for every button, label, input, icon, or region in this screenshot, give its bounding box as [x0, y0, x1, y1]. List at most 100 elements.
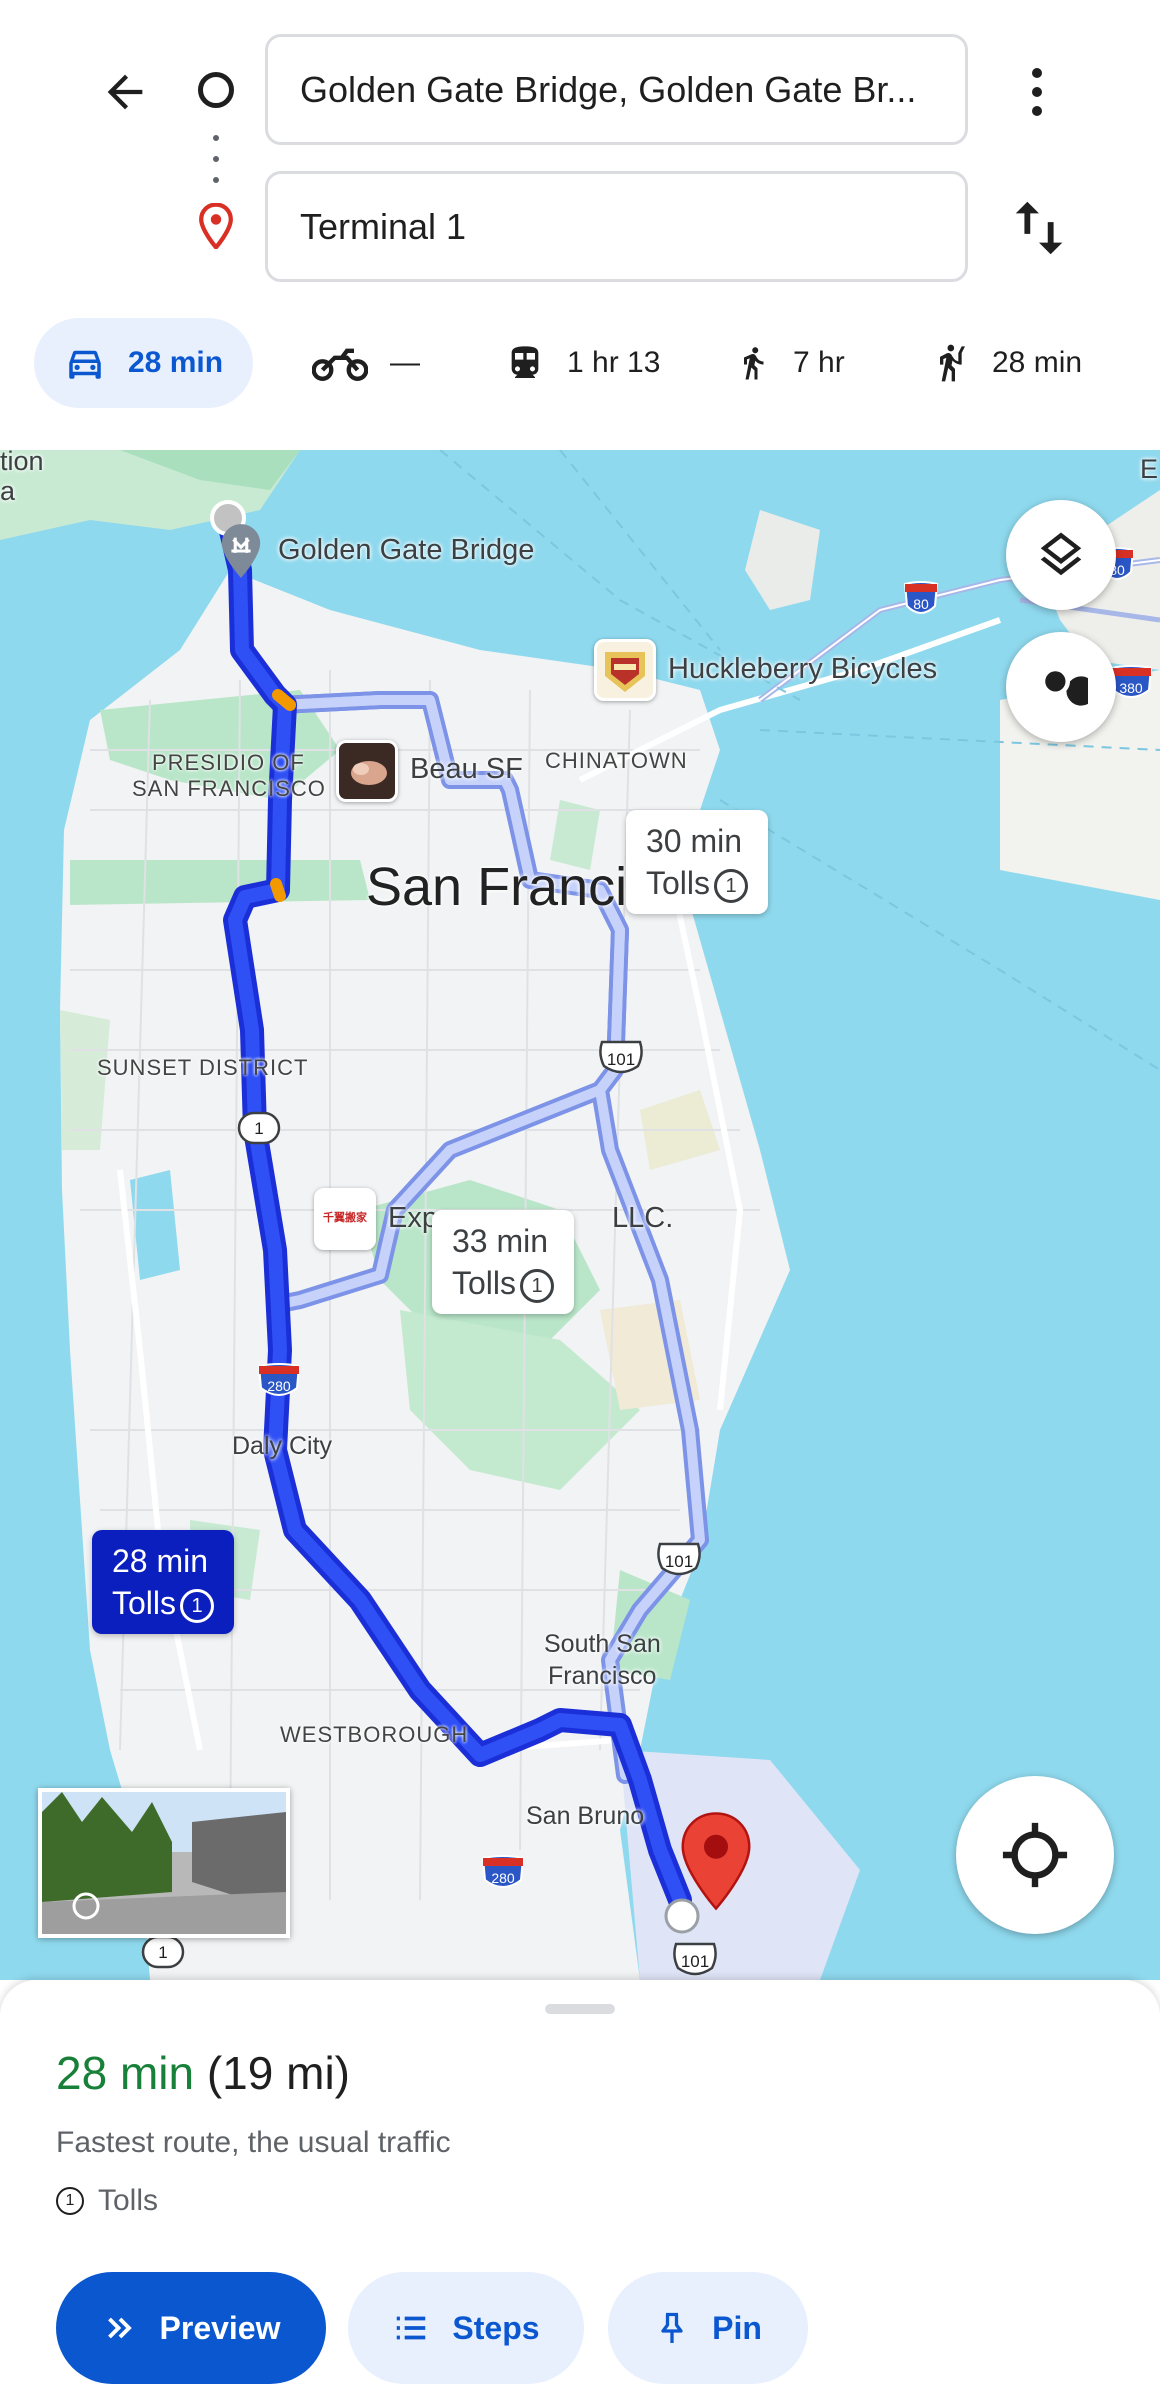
area-sunset-district-label: SUNSET DISTRICT — [97, 1055, 309, 1080]
travel-mode-tabs: 28 min — 1 hr 13 7 hr 28 min — [0, 318, 1160, 408]
area-chinatown-label: CHINATOWN — [545, 748, 688, 773]
route-map[interactable]: Golden Gate Bridge Huckleberry Bicycles … — [0, 450, 1160, 1980]
area-presidio-label-2: SAN FRANCISCO — [132, 776, 326, 801]
shield-us101-a-text: 101 — [607, 1050, 635, 1069]
walk-icon — [744, 347, 764, 380]
pin-button[interactable]: Pin — [608, 2272, 808, 2384]
mode-motorcycle-tab[interactable]: — — [312, 318, 420, 408]
pin-button-label: Pin — [712, 2309, 762, 2346]
route-summary: 28 min (19 mi) — [56, 2046, 350, 2100]
shield-ca1-b: 1 — [140, 1934, 186, 1970]
tolls-label: Tolls — [98, 2184, 159, 2217]
route-details-sheet[interactable]: 28 min (19 mi) Fastest route, the usual … — [0, 1980, 1160, 2407]
steps-button-label: Steps — [452, 2309, 540, 2346]
poi-thumbnail-huckleberry[interactable] — [594, 639, 656, 701]
mode-motorcycle-label: — — [390, 346, 420, 379]
shield-us101-c-text: 101 — [681, 1952, 709, 1971]
city-daly-city-label: Daly City — [232, 1432, 333, 1460]
toll-icon: 1 — [714, 868, 749, 903]
list-icon — [397, 2316, 426, 2340]
map-canvas — [0, 450, 1160, 1980]
swap-locations-button[interactable] — [1004, 193, 1074, 263]
shield-us101-b: 101 — [654, 1540, 704, 1580]
destination-input[interactable]: Terminal 1 — [265, 171, 968, 282]
steps-button[interactable]: Steps — [348, 2272, 584, 2384]
more-options-button[interactable] — [1010, 55, 1064, 129]
route-callout-time: 33 min — [452, 1223, 549, 1259]
toll-icon: 1 — [520, 1268, 555, 1303]
mode-driving-label: 28 min — [128, 346, 224, 379]
edge-label-partial-2: a — [0, 476, 16, 506]
shield-ca1-b-text: 1 — [158, 1943, 167, 1962]
mode-transit-tab[interactable]: 1 hr 13 — [505, 318, 660, 408]
search-icon — [1045, 671, 1088, 706]
area-westborough-label: WESTBOROUGH — [280, 1722, 469, 1747]
mode-walking-label: 7 hr — [793, 346, 845, 379]
mode-transit-label: 1 hr 13 — [567, 346, 661, 379]
layers-button[interactable] — [1006, 500, 1116, 610]
double-chevron-right-icon — [107, 2317, 132, 2339]
motorcycle-icon — [312, 348, 368, 381]
car-icon — [69, 350, 101, 379]
shield-us101-c: 101 — [670, 1940, 720, 1980]
route-callout-tolls: Tolls — [452, 1265, 517, 1301]
shield-i280-b-text: 280 — [491, 1870, 515, 1886]
edge-label-partial-3: E — [1140, 454, 1159, 484]
poi-huckleberry-bicycles[interactable]: Huckleberry Bicycles — [668, 653, 937, 686]
arrow-back-icon — [107, 74, 143, 110]
toll-icon: 1 — [56, 2187, 84, 2215]
mode-ride-hail-label: 28 min — [992, 346, 1083, 379]
route-callout-time: 30 min — [646, 823, 743, 859]
route-callout-tolls: Tolls — [646, 865, 711, 901]
poi-thumbnail-beau[interactable] — [336, 740, 398, 802]
poi-thumbnail-text: 千翼搬家 — [323, 1212, 367, 1224]
mode-walking-tab[interactable]: 7 hr — [735, 318, 845, 408]
pushpin-icon — [661, 2312, 683, 2343]
back-button[interactable] — [88, 55, 162, 129]
route-distance: (19 mi) — [206, 2047, 350, 2099]
my-location-button[interactable] — [956, 1776, 1114, 1934]
shield-ca1-a: 1 — [236, 1110, 282, 1146]
route-duration: 28 min — [56, 2047, 195, 2099]
swap-vert-icon — [1015, 201, 1063, 255]
poi-beau-sf[interactable]: Beau SF — [410, 753, 523, 786]
destination-marker-icon[interactable] — [678, 1810, 754, 1912]
sheet-drag-handle[interactable] — [545, 2004, 615, 2014]
my-location-icon — [1002, 1822, 1068, 1888]
preview-button[interactable]: Preview — [56, 2272, 326, 2384]
shield-i280-a: 280 — [256, 1362, 302, 1402]
origin-circle-icon — [198, 72, 234, 108]
street-view-thumbnail[interactable] — [38, 1788, 290, 1938]
city-san-bruno-label: San Bruno — [526, 1802, 645, 1830]
city-south-sf-label-2: Francisco — [548, 1662, 657, 1690]
poi-exp-label-right[interactable]: LLC. — [612, 1202, 673, 1235]
ride-hail-icon — [940, 344, 965, 382]
route-callout-selected[interactable]: 28 min Tolls 1 — [92, 1530, 235, 1634]
shield-i80-text: 80 — [913, 596, 929, 612]
shield-i280-b: 280 — [480, 1854, 526, 1894]
route-callout-alt-2[interactable]: 33 min Tolls 1 — [432, 1210, 575, 1314]
route-description: Fastest route, the usual traffic — [56, 2126, 451, 2159]
mode-driving-tab[interactable]: 28 min — [34, 318, 254, 408]
landmark-marker-icon[interactable] — [218, 522, 264, 580]
poi-exp-label-left[interactable]: Exp — [388, 1202, 438, 1235]
preview-button-label: Preview — [159, 2309, 281, 2346]
poi-thumbnail-moving-company[interactable]: 千翼搬家 — [314, 1188, 376, 1250]
shield-ca1-a-text: 1 — [254, 1119, 263, 1138]
route-connector-dots — [213, 135, 219, 183]
shield-i280-a-text: 280 — [267, 1378, 291, 1394]
directions-header: Golden Gate Bridge, Golden Gate Br... Te… — [0, 0, 1160, 450]
mode-ride-hail-tab[interactable]: 28 min — [930, 318, 1082, 408]
poi-golden-gate-bridge[interactable]: Golden Gate Bridge — [278, 534, 534, 567]
city-south-sf-label-1: South San — [544, 1630, 661, 1658]
search-along-route-button[interactable] — [1006, 632, 1116, 742]
edge-label-partial-1: tion — [0, 450, 44, 476]
shield-i80: 80 — [902, 580, 940, 620]
origin-input[interactable]: Golden Gate Bridge, Golden Gate Br... — [265, 34, 968, 145]
shield-i380-text: 380 — [1119, 680, 1143, 696]
tolls-indicator: 1 Tolls — [56, 2184, 158, 2218]
shield-us101-b-text: 101 — [665, 1552, 693, 1571]
layers-icon — [1040, 532, 1082, 576]
route-callout-alt-1[interactable]: 30 min Tolls 1 — [626, 810, 769, 914]
route-callout-time: 28 min — [112, 1543, 209, 1579]
